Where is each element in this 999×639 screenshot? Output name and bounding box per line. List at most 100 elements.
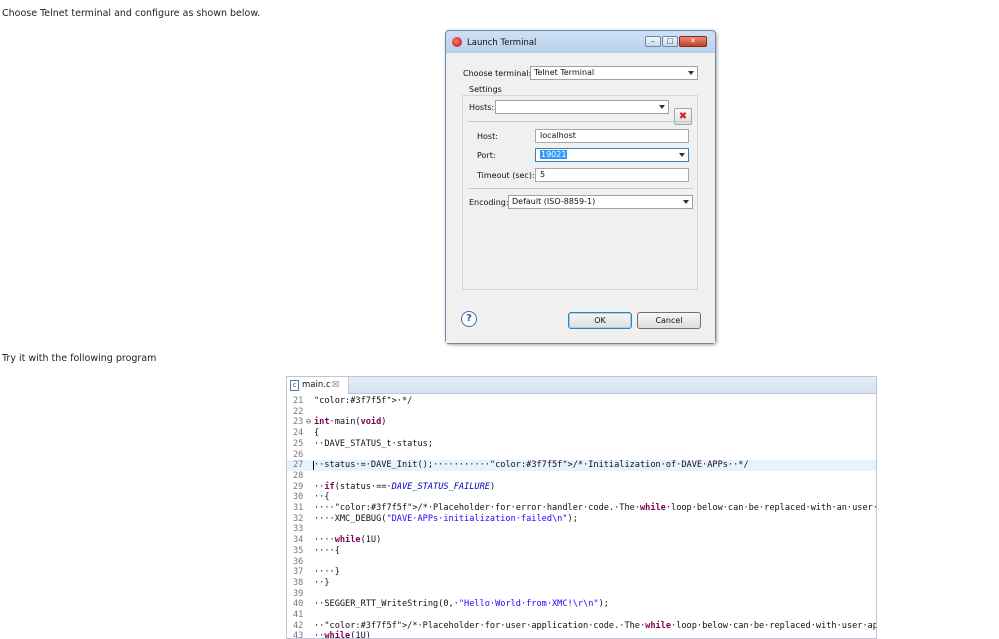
line-number: 24	[293, 428, 304, 439]
code-line[interactable]: 31 ····"color:#3f7f5f">/*·Placeholder·for…	[287, 503, 877, 514]
code-text: {	[314, 428, 320, 439]
code-text: ··DAVE_STATUS_t·status;	[314, 438, 433, 449]
close-tab-icon[interactable]: ☒	[332, 380, 339, 389]
line-number: 34	[293, 535, 304, 546]
maximize-button[interactable]: □	[662, 36, 678, 47]
encoding-label: Encoding:	[469, 198, 509, 207]
cancel-button[interactable]: Cancel	[637, 312, 701, 329]
code-line[interactable]: 26	[287, 449, 876, 461]
code-text: ····}	[314, 567, 340, 578]
code-text: ····"color:#3f7f5f">/*·Placeholder·for·e…	[314, 503, 877, 513]
ok-button[interactable]: OK	[568, 312, 632, 329]
line-number: 43	[293, 631, 304, 639]
port-value: 19021	[540, 150, 568, 159]
code-text: "color:#3f7f5f">·*/	[314, 396, 413, 406]
line-number: 29	[293, 481, 304, 492]
code-line[interactable]: 39	[287, 588, 876, 600]
port-combo[interactable]: 19021	[535, 148, 689, 162]
line-number: 32	[293, 513, 304, 524]
line-number: 28	[293, 470, 304, 481]
chevron-down-icon	[659, 105, 665, 109]
code-line[interactable]: 34 ····while(1U)	[287, 535, 876, 546]
line-number: 35	[293, 545, 304, 556]
chevron-down-icon	[683, 200, 689, 204]
tab-label: main.c	[302, 380, 331, 390]
code-line[interactable]: 25 ··DAVE_STATUS_t·status;	[287, 438, 876, 450]
code-line[interactable]: 28	[287, 470, 876, 482]
code-line[interactable]: 37 ····}	[287, 567, 876, 578]
code-text: ··"color:#3f7f5f">/*·Placeholder·for·use…	[314, 620, 876, 631]
line-number: 33	[293, 524, 304, 535]
code-line[interactable]: 23 ⊖ int·main(void)	[287, 417, 876, 428]
close-button[interactable]: ✕	[679, 36, 707, 47]
line-number: 36	[293, 556, 304, 567]
port-label: Port:	[477, 151, 496, 160]
code-text: ····{	[314, 545, 340, 556]
code-line[interactable]: 42 ··"color:#3f7f5f">/*·Placeholder·for·u…	[287, 620, 876, 632]
minimize-button[interactable]: –	[645, 36, 661, 47]
help-button[interactable]: ?	[461, 311, 477, 327]
code-line[interactable]: 24 {	[287, 428, 876, 439]
code-line[interactable]: 41	[287, 610, 876, 621]
fold-icon[interactable]: ⊖	[306, 417, 311, 428]
choose-terminal-label: Choose terminal:	[463, 69, 532, 78]
line-number: 41	[293, 610, 304, 620]
code-line[interactable]: 33	[287, 524, 876, 535]
host-input[interactable]: localhost	[535, 129, 689, 143]
code-line[interactable]: 36	[287, 556, 876, 568]
code-text: int·main(void)	[314, 417, 387, 428]
code-line[interactable]: 35 ····{	[287, 545, 876, 557]
encoding-value: Default (ISO-8859-1)	[512, 197, 596, 206]
code-text: ····XMC_DEBUG("DAVE·APPs·initialization·…	[314, 513, 578, 524]
c-file-icon: c	[290, 380, 299, 391]
line-number: 21	[293, 396, 304, 406]
code-line[interactable]: 32 ····XMC_DEBUG("DAVE·APPs·initializatio…	[287, 513, 876, 525]
instruction-configure: Choose Telnet terminal and configure as …	[2, 8, 261, 19]
line-number: 25	[293, 438, 304, 449]
dialog-titlebar[interactable]: Launch Terminal – □ ✕	[446, 31, 715, 53]
settings-label: Settings	[469, 85, 502, 94]
code-text: ··if(status·==·DAVE_STATUS_FAILURE)	[314, 481, 496, 492]
code-line[interactable]: 22	[287, 406, 876, 418]
code-area[interactable]: 21 "color:#3f7f5f">·*/ 22 23 ⊖ int·main(void)…	[287, 394, 876, 638]
hosts-select[interactable]	[495, 100, 669, 114]
editor-tabbar: c main.c ☒	[287, 377, 876, 394]
timeout-input[interactable]: 5	[535, 168, 689, 182]
line-number: 39	[293, 588, 304, 599]
delete-host-button[interactable]: ✖	[674, 108, 692, 125]
line-number: 27	[293, 460, 304, 471]
line-number: 38	[293, 577, 304, 588]
line-number: 40	[293, 599, 304, 610]
chevron-down-icon	[688, 71, 694, 75]
code-line[interactable]: 43 ··while(1U)	[287, 631, 876, 639]
tab-main-c[interactable]: c main.c ☒	[287, 377, 349, 394]
line-number: 26	[293, 449, 304, 460]
code-line[interactable]: 40 ··SEGGER_RTT_WriteString(0,·"Hello·Wor…	[287, 599, 876, 610]
code-line[interactable]: 30 ··{	[287, 492, 876, 503]
line-number: 37	[293, 567, 304, 578]
choose-terminal-select[interactable]: Telnet Terminal	[530, 66, 698, 80]
settings-separator-2	[468, 188, 693, 189]
code-line[interactable]: 29 ··if(status·==·DAVE_STATUS_FAILURE)	[287, 481, 876, 493]
code-text: ····while(1U)	[314, 535, 382, 546]
app-icon	[452, 37, 462, 47]
code-editor: c main.c ☒ 21 "color:#3f7f5f">·*/ 22 23 ⊖ int…	[286, 376, 877, 639]
line-number: 22	[293, 406, 304, 417]
line-number: 30	[293, 492, 304, 503]
chevron-down-icon	[679, 153, 685, 157]
line-number: 42	[293, 620, 304, 631]
choose-terminal-value: Telnet Terminal	[534, 68, 595, 77]
encoding-select[interactable]: Default (ISO-8859-1)	[508, 195, 693, 209]
launch-terminal-dialog: Launch Terminal – □ ✕ Choose terminal: T…	[445, 30, 716, 344]
code-text: ··{	[314, 492, 330, 503]
line-number: 31	[293, 503, 304, 513]
code-line[interactable]: 27 ··status·=·DAVE_Init();···········"col…	[287, 460, 876, 471]
dialog-title: Launch Terminal	[467, 38, 537, 48]
help-icon: ?	[466, 313, 472, 324]
host-label: Host:	[477, 132, 498, 141]
code-line[interactable]: 21 "color:#3f7f5f">·*/	[287, 396, 876, 407]
instruction-try-program: Try it with the following program	[2, 353, 157, 364]
code-text: ··status·=·DAVE_Init();···········"color…	[314, 460, 749, 471]
code-text: ··SEGGER_RTT_WriteString(0,·"Hello·World…	[314, 599, 609, 610]
code-line[interactable]: 38 ··}	[287, 577, 876, 589]
